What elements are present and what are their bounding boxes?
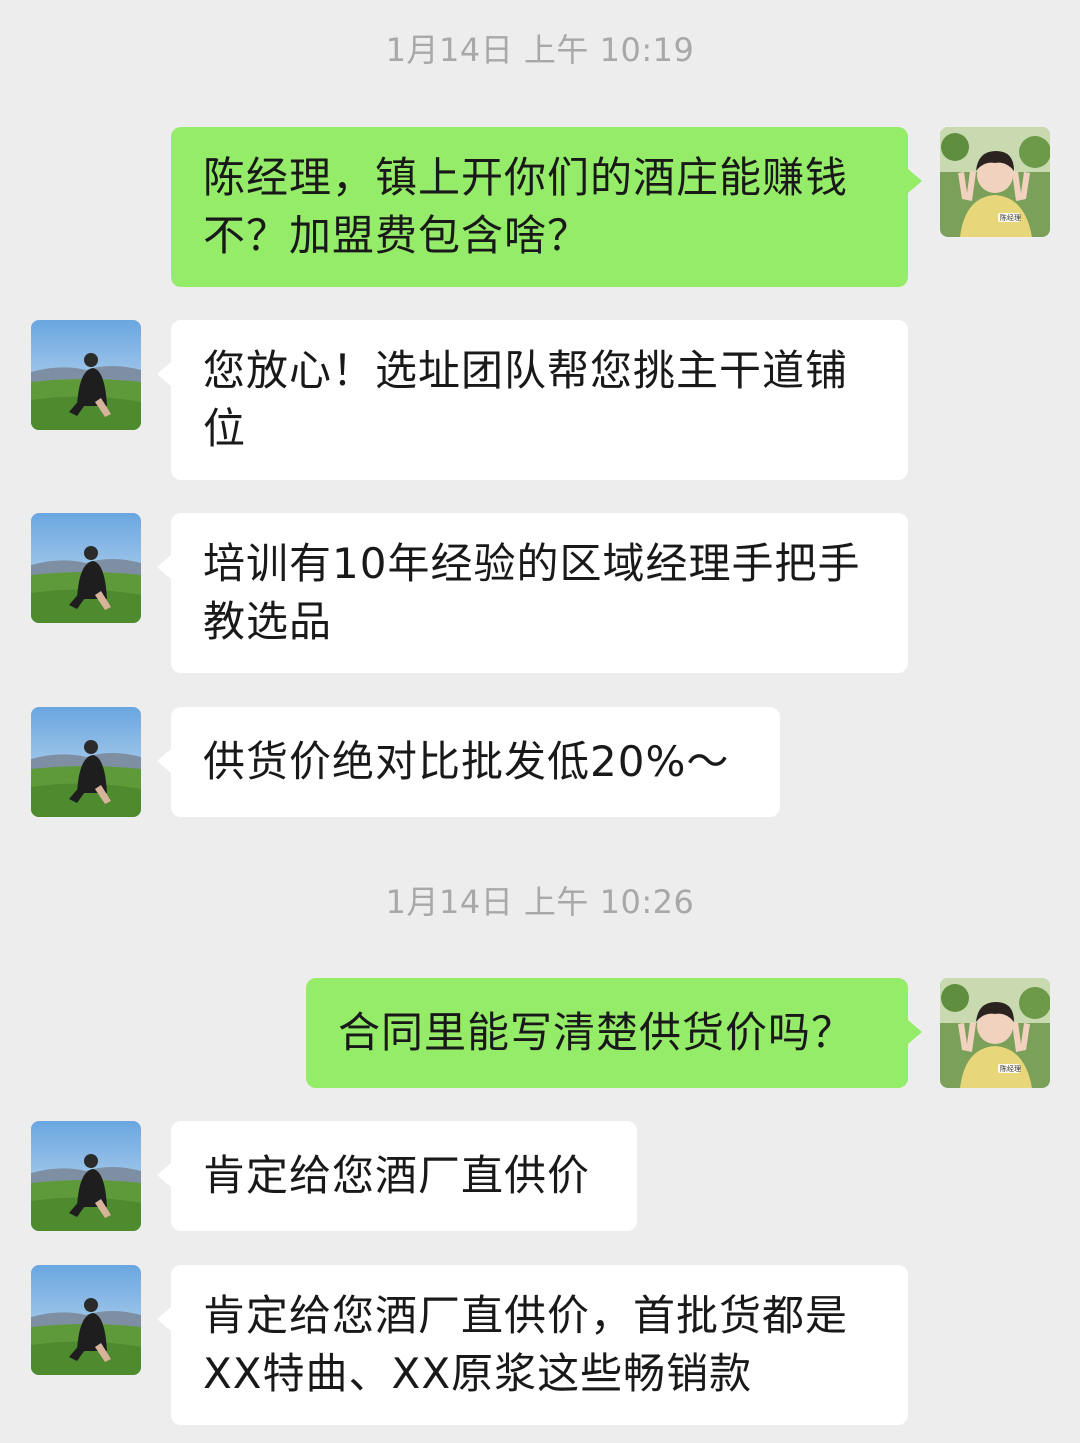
avatar-man-sitting-on-hill-icon — [31, 513, 141, 623]
message-text: 肯定给您酒厂直供价 — [203, 1151, 591, 1200]
contact-avatar[interactable] — [31, 513, 141, 623]
self-avatar[interactable]: 陈经理 — [940, 127, 1050, 237]
incoming-message-bubble[interactable]: 肯定给您酒厂直供价 — [157, 1121, 637, 1231]
incoming-message-bubble[interactable]: 培训有10年经验的区域经理手把手教选品 — [157, 513, 908, 673]
message-text: 肯定给您酒厂直供价，首批货都是XX特曲、XX原浆这些畅销款 — [203, 1291, 849, 1398]
self-avatar[interactable]: 陈经理 — [940, 978, 1050, 1088]
avatar-boy-peace-sign-icon: 陈经理 — [940, 978, 1050, 1088]
message-text: 您放心！选址团队帮您挑主干道铺位 — [203, 346, 849, 453]
outgoing-message-bubble[interactable]: 陈经理，镇上开你们的酒庄能赚钱不？加盟费包含啥？ — [171, 127, 922, 287]
avatar-man-sitting-on-hill-icon — [31, 707, 141, 817]
message-text: 合同里能写清楚供货价吗？ — [338, 1008, 855, 1057]
incoming-message-bubble[interactable]: 供货价绝对比批发低20%～ — [157, 707, 780, 817]
message-text: 陈经理，镇上开你们的酒庄能赚钱不？加盟费包含啥？ — [203, 153, 849, 260]
contact-avatar[interactable] — [31, 1265, 141, 1375]
avatar-man-sitting-on-hill-icon — [31, 320, 141, 430]
contact-avatar[interactable] — [31, 320, 141, 430]
outgoing-message-bubble[interactable]: 合同里能写清楚供货价吗？ — [306, 978, 922, 1088]
message-timestamp: 1月14日 上午 10:19 — [385, 31, 695, 69]
chat-conversation: 1月14日 上午 10:19 陈经理 陈经理，镇上开你们的酒庄能赚钱不？加盟费包… — [0, 0, 1080, 1443]
message-text: 供货价绝对比批发低20%～ — [203, 737, 730, 786]
message-timestamp: 1月14日 上午 10:26 — [385, 883, 695, 921]
message-text: 培训有10年经验的区域经理手把手教选品 — [203, 539, 861, 646]
avatar-man-sitting-on-hill-icon — [31, 1121, 141, 1231]
avatar-boy-peace-sign-icon: 陈经理 — [940, 127, 1050, 237]
incoming-message-bubble[interactable]: 您放心！选址团队帮您挑主干道铺位 — [157, 320, 908, 480]
contact-avatar[interactable] — [31, 1121, 141, 1231]
avatar-man-sitting-on-hill-icon — [31, 1265, 141, 1375]
svg-text:陈经理: 陈经理 — [1000, 1064, 1021, 1073]
incoming-message-bubble[interactable]: 肯定给您酒厂直供价，首批货都是XX特曲、XX原浆这些畅销款 — [157, 1265, 908, 1425]
svg-text:陈经理: 陈经理 — [1000, 213, 1021, 222]
contact-avatar[interactable] — [31, 707, 141, 817]
